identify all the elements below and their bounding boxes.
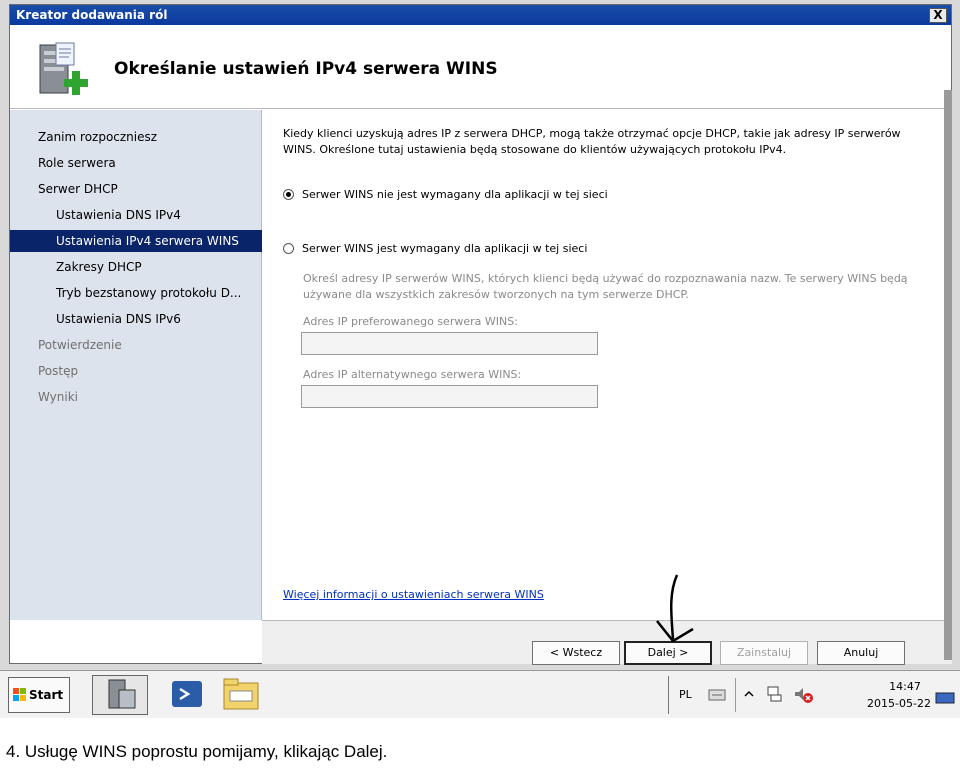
wins-description: Określ adresy IP serwerów WINS, których … — [303, 272, 908, 301]
nav-item-progress: Postęp — [38, 364, 79, 378]
nav-item-ipv4-dns[interactable]: Ustawienia DNS IPv4 — [10, 204, 262, 226]
speaker-muted-icon[interactable] — [793, 685, 815, 705]
outer-scrollbar[interactable] — [944, 90, 952, 660]
hand-drawn-arrow-icon — [656, 574, 694, 643]
wizard-content: Kiedy klienci uzyskują adres IP z serwer… — [263, 110, 951, 620]
start-label: Start — [29, 688, 64, 702]
close-button[interactable]: X — [929, 8, 947, 23]
title-bar: Kreator dodawania ról X — [10, 5, 951, 25]
caption-text: 4. Usługę WINS poprostu pomijamy, klikaj… — [6, 742, 388, 761]
language-indicator[interactable]: PL — [679, 688, 692, 701]
nav-item-dhcp-server[interactable]: Serwer DHCP — [10, 178, 262, 200]
radio-wins-required-label: Serwer WINS jest wymagany dla aplikacji … — [302, 242, 588, 255]
radio-unchecked-icon[interactable] — [283, 243, 294, 254]
windows-flag-icon — [13, 688, 26, 701]
clock-time[interactable]: 14:47 — [875, 680, 935, 693]
radio-wins-not-required-label: Serwer WINS nie jest wymagany dla aplika… — [302, 188, 608, 201]
wizard-window: Kreator dodawania ról X Określanie ustaw… — [9, 4, 952, 665]
powershell-icon — [172, 681, 202, 707]
keyboard-icon[interactable] — [707, 686, 727, 704]
nav-item-before-you-begin[interactable]: Zanim rozpoczniesz — [10, 126, 262, 148]
wizard-header: Określanie ustawień IPv4 serwera WINS — [10, 25, 951, 109]
taskbar-powershell[interactable] — [160, 675, 216, 715]
radio-wins-required[interactable]: Serwer WINS jest wymagany dla aplikacji … — [283, 242, 587, 256]
page-title: Określanie ustawień IPv4 serwera WINS — [114, 59, 498, 79]
install-button: Zainstaluj — [720, 641, 808, 665]
nav-item-server-roles[interactable]: Role serwera — [10, 152, 262, 174]
screenshot-area: Kreator dodawania ról X Określanie ustaw… — [0, 0, 960, 718]
back-button[interactable]: < Wstecz — [532, 641, 620, 665]
window-title: Kreator dodawania ról — [16, 8, 168, 22]
preferred-wins-label: Adres IP preferowanego serwera WINS: — [303, 315, 518, 328]
server-manager-icon — [108, 679, 136, 709]
nav-item-dhcp-scopes[interactable]: Zakresy DHCP — [10, 256, 262, 278]
system-tray: PL 14:47 2015-05-22 — [668, 676, 956, 714]
preferred-wins-input[interactable] — [301, 332, 598, 355]
cancel-button[interactable]: Anuluj — [817, 641, 905, 665]
more-info-link[interactable]: Więcej informacji o ustawieniach serwera… — [283, 588, 544, 601]
nav-item-ipv6-dns[interactable]: Ustawienia DNS IPv6 — [10, 308, 262, 330]
chevron-up-icon[interactable] — [743, 688, 755, 700]
network-icon[interactable] — [765, 685, 783, 703]
taskbar-explorer[interactable] — [214, 675, 270, 715]
start-button[interactable]: Start — [8, 677, 70, 713]
intro-text: Kiedy klienci uzyskują adres IP z serwer… — [283, 127, 901, 156]
radio-wins-not-required[interactable]: Serwer WINS nie jest wymagany dla aplika… — [283, 188, 608, 202]
server-roles-icon — [39, 42, 88, 95]
wizard-nav: Zanim rozpoczniesz Role serwera Serwer D… — [10, 110, 262, 620]
taskbar-server-manager[interactable] — [92, 675, 148, 715]
nav-item-ipv4-wins[interactable]: Ustawienia IPv4 serwera WINS — [10, 230, 262, 252]
folder-icon — [223, 678, 259, 710]
clock-date[interactable]: 2015-05-22 — [859, 697, 939, 710]
tray-divider — [735, 678, 736, 712]
taskbar: Start PL 14:47 2015-05-22 — [0, 670, 960, 718]
alternate-wins-input[interactable] — [301, 385, 598, 408]
close-icon: X — [933, 8, 943, 22]
nav-item-confirmation: Potwierdzenie — [38, 338, 122, 352]
nav-item-stateless-mode[interactable]: Tryb bezstanowy protokołu D... — [10, 282, 262, 304]
radio-checked-icon[interactable] — [283, 189, 294, 200]
nav-item-results: Wyniki — [38, 390, 78, 404]
button-bar: < Wstecz Dalej > Zainstaluj Anuluj — [262, 574, 952, 665]
show-desktop-icon[interactable] — [935, 692, 955, 704]
alternate-wins-label: Adres IP alternatywnego serwera WINS: — [303, 368, 522, 381]
